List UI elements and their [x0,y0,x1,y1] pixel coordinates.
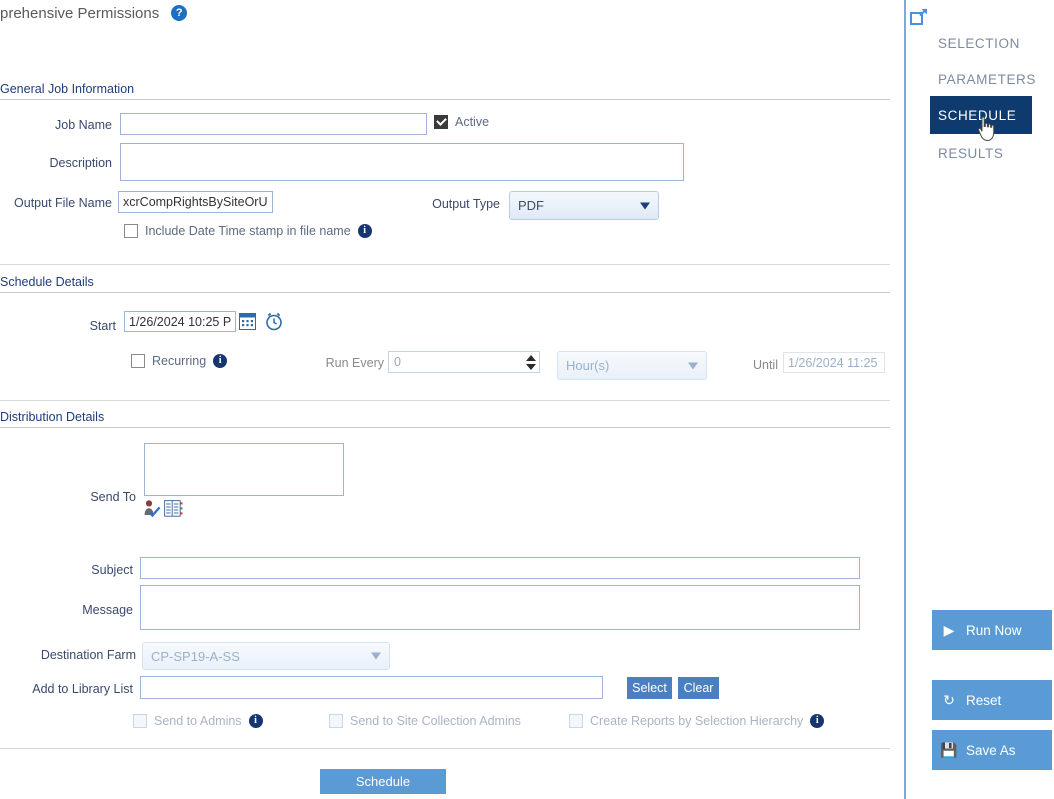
sidebar-item-parameters[interactable]: PARAMETERS [930,60,1035,98]
send-to-sca-checkbox[interactable] [329,714,343,728]
sidebar-item-label-parameters: PARAMETERS [938,71,1037,87]
divider-2 [0,400,890,401]
description-label: Description [49,156,112,170]
help-icon[interactable]: ? [171,5,188,21]
check-names-icon[interactable] [142,499,162,518]
spinner-down-icon[interactable] [525,363,536,370]
expand-icon[interactable] [910,8,928,26]
save-as-button[interactable]: 💾 Save As [932,730,1052,770]
active-checkbox[interactable] [434,115,448,129]
start-datetime-input[interactable] [124,311,236,332]
recurring-label: Recurring [152,354,207,368]
divider-1 [0,264,890,265]
send-to-sca-label: Send to Site Collection Admins [350,714,521,728]
until-label: Until [752,358,778,372]
sidebar-item-selection[interactable]: SELECTION [930,24,1032,62]
send-to-admins-row[interactable]: Send to Admins i [133,714,263,728]
job-name-label: Job Name [55,118,112,132]
output-type-select[interactable]: PDF [509,191,659,220]
output-file-name-label: Output File Name [14,196,112,210]
info-icon-send-admins[interactable]: i [248,714,263,728]
sidebar-item-label-schedule: SCHEDULE [938,107,1017,123]
description-input[interactable] [120,143,684,181]
subject-label: Subject [91,563,133,577]
info-icon-datetime[interactable]: i [357,224,372,238]
run-now-label: Run Now [966,622,1022,638]
destination-farm-label: Destination Farm [40,648,136,662]
send-to-label: Send To [90,490,136,504]
create-reports-checkbox[interactable] [569,714,583,728]
destination-farm-select[interactable]: CP-SP19-A-SS [142,642,390,670]
send-to-admins-checkbox[interactable] [133,714,147,728]
info-icon-recurring[interactable]: i [213,354,228,368]
library-list-input[interactable] [140,676,603,699]
output-type-value: PDF [518,198,544,213]
sidebar-item-label-selection: SELECTION [938,35,1020,51]
message-label: Message [82,603,133,617]
interval-unit-value: Hour(s) [566,358,610,373]
chevron-down-icon-farm [371,652,381,660]
spinner-up-icon[interactable] [525,354,536,361]
create-reports-label: Create Reports by Selection Hierarchy [590,714,804,728]
section-header-distribution: Distribution Details [0,410,890,428]
section-header-schedule: Schedule Details [0,275,890,293]
recurring-checkbox[interactable] [131,354,145,368]
run-every-stepper[interactable] [388,351,540,373]
reset-button[interactable]: ↻ Reset [932,680,1052,720]
recurring-row[interactable]: Recurring i [131,354,228,368]
select-button[interactable]: Select [627,677,672,699]
save-as-label: Save As [966,742,1016,758]
section-header-general: General Job Information [0,82,890,100]
sidebar-item-label-results: RESULTS [938,145,1004,161]
include-datetime-label: Include Date Time stamp in file name [145,224,351,238]
subject-input[interactable] [140,557,860,579]
library-list-label: Add to Library List [32,682,133,696]
create-reports-row[interactable]: Create Reports by Selection Hierarchy i [569,714,825,728]
send-to-admins-label: Send to Admins [154,714,242,728]
chevron-down-icon-interval [688,362,698,369]
page-title-text: prehensive Permissions [0,4,160,22]
chevron-down-icon [640,202,650,209]
interval-unit-select[interactable]: Hour(s) [557,351,707,380]
sidebar-item-results[interactable]: RESULTS [930,134,1032,172]
include-datetime-checkbox[interactable] [124,224,138,238]
run-every-spin-buttons[interactable] [523,352,538,372]
active-checkbox-row[interactable]: Active [434,115,489,129]
start-label: Start [89,319,116,333]
job-name-input[interactable] [120,113,427,135]
sidebar-item-schedule[interactable]: SCHEDULE [930,96,1032,134]
schedule-button[interactable]: Schedule [320,769,446,794]
output-type-label: Output Type [432,197,500,211]
sidebar: SELECTION PARAMETERS SCHEDULE RESULTS ▶ … [904,0,1054,799]
active-label: Active [455,115,490,129]
refresh-icon: ↻ [943,691,955,708]
divider-3 [0,748,890,749]
info-icon-create-reports[interactable]: i [810,714,825,728]
reset-label: Reset [966,692,1002,708]
play-icon: ▶ [943,621,955,638]
send-to-sca-row[interactable]: Send to Site Collection Admins [329,714,521,728]
include-datetime-row[interactable]: Include Date Time stamp in file name i [124,224,372,238]
page-title: prehensive Permissions ? [0,0,188,26]
output-file-name-input[interactable] [118,191,273,213]
main-form-panel: prehensive Permissions ? General Job Inf… [0,0,898,799]
run-every-input[interactable] [388,351,540,373]
run-now-button[interactable]: ▶ Run Now [932,610,1052,650]
calendar-icon[interactable] [239,313,256,330]
address-book-icon[interactable] [164,500,183,517]
message-input[interactable] [140,585,860,630]
clock-icon[interactable] [265,312,283,331]
until-datetime-input[interactable] [783,352,885,373]
report-schedule-page: prehensive Permissions ? General Job Inf… [0,0,1054,799]
destination-farm-value: CP-SP19-A-SS [151,648,240,664]
save-icon: 💾 [940,741,958,758]
send-to-input[interactable] [144,443,344,496]
clear-button[interactable]: Clear [678,677,719,699]
run-every-label: Run Every [325,356,384,370]
